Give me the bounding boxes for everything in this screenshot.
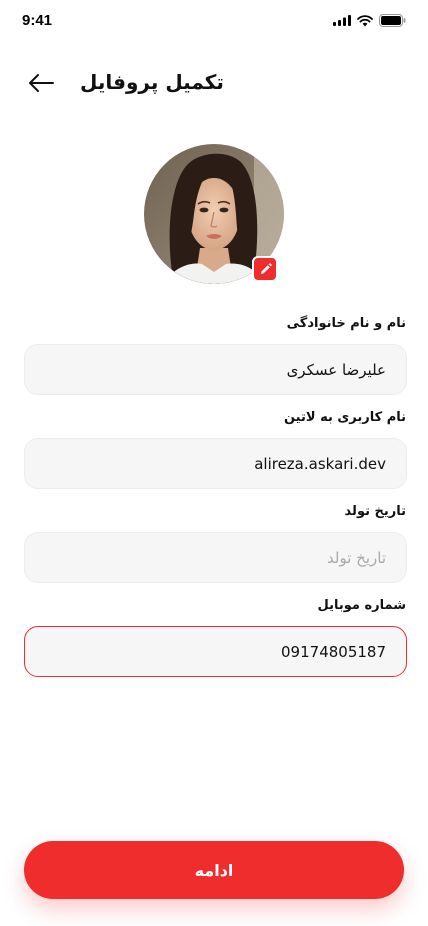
birth-date-input[interactable] (25, 533, 406, 582)
avatar-container (144, 144, 284, 284)
birth-date-label: تاریخ تولد (344, 504, 406, 519)
username-label: نام کاربری به لاتین (283, 410, 406, 425)
status-icons (333, 14, 406, 27)
back-button[interactable] (24, 70, 58, 96)
full-name-field[interactable] (24, 344, 407, 395)
status-bar: 9:41 (0, 0, 428, 44)
battery-icon (379, 14, 406, 27)
continue-button[interactable]: ادامه (24, 841, 404, 899)
full-name-label: نام و نام خانوادگی (286, 316, 406, 331)
birth-date-field[interactable] (24, 532, 407, 583)
arrow-left-icon (29, 74, 54, 92)
mobile-input[interactable] (25, 627, 406, 676)
username-field[interactable] (24, 438, 407, 489)
signal-icon (333, 15, 351, 26)
mobile-label: شماره موبایل (317, 598, 406, 613)
page-title: تکمیل پروفایل (80, 70, 224, 94)
status-time: 9:41 (22, 12, 53, 29)
header: تکمیل پروفایل (0, 60, 428, 106)
username-input[interactable] (25, 439, 406, 488)
full-name-input[interactable] (25, 345, 406, 394)
edit-avatar-button[interactable] (252, 256, 278, 282)
mobile-field[interactable] (24, 626, 407, 677)
pencil-icon (260, 262, 272, 274)
wifi-icon (357, 14, 373, 26)
